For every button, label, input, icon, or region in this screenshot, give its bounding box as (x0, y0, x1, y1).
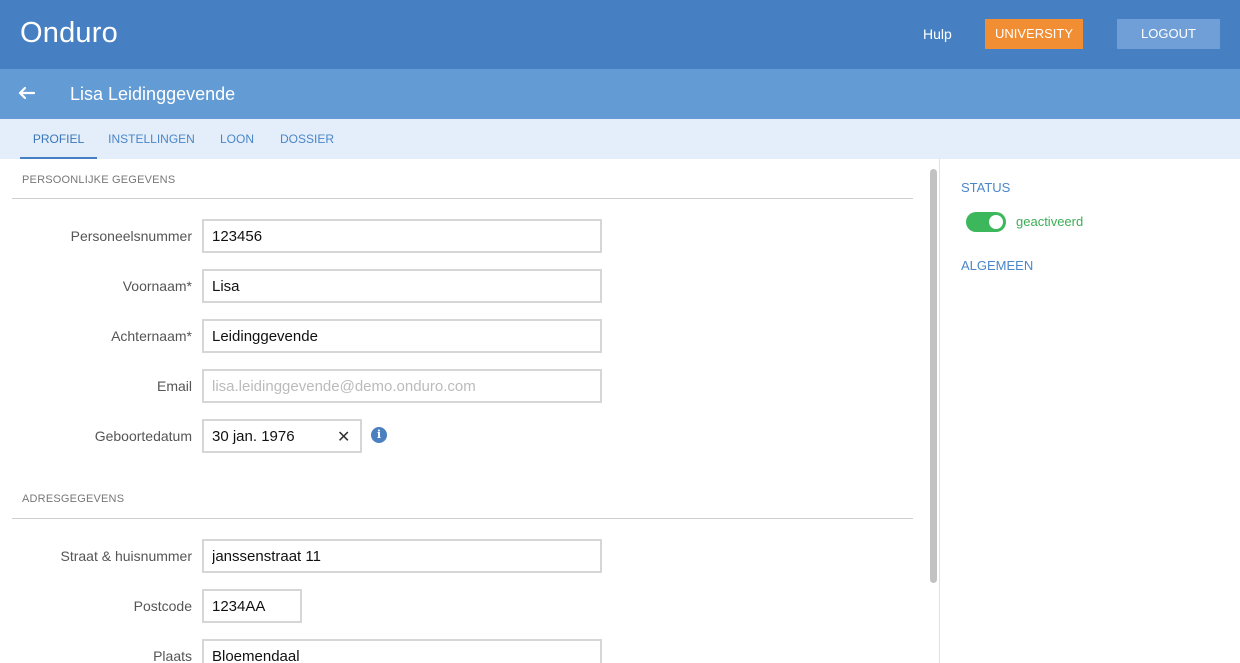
status-text: geactiveerd (1016, 214, 1084, 229)
email-label: Email (156, 378, 192, 394)
university-button[interactable]: UNIVERSITY (985, 19, 1083, 49)
tab-loon[interactable]: LOON (214, 119, 260, 159)
plaats-input[interactable] (202, 639, 602, 663)
scrollbar-thumb[interactable] (930, 169, 937, 583)
section-title-personal: PERSOONLIJKE GEGEVENS (22, 174, 176, 186)
status-panel: STATUS geactiveerd ALGEMEEN (941, 159, 1240, 663)
algemeen-heading[interactable]: ALGEMEEN (961, 258, 1033, 273)
tab-dossier[interactable]: DOSSIER (276, 119, 338, 159)
profile-form: PERSOONLIJKE GEGEVENS Personeelsnummer V… (0, 159, 928, 663)
tab-instellingen[interactable]: INSTELLINGEN (104, 119, 199, 159)
postcode-input[interactable] (202, 589, 302, 623)
info-icon[interactable]: i (371, 427, 387, 443)
toggle-knob (989, 215, 1003, 229)
logout-button[interactable]: LOGOUT (1117, 19, 1220, 49)
top-bar: Onduro Hulp UNIVERSITY LOGOUT (0, 0, 1240, 69)
personeelsnummer-input[interactable] (202, 219, 602, 253)
app-title: Onduro (20, 17, 118, 49)
scrollbar[interactable] (928, 159, 940, 663)
status-toggle[interactable] (966, 212, 1006, 232)
achternaam-label: Achternaam* (111, 328, 192, 344)
page-title: Lisa Leidinggevende (70, 84, 236, 104)
achternaam-input[interactable] (202, 319, 602, 353)
employee-header: Lisa Leidinggevende (0, 69, 1240, 119)
straat-label: Straat & huisnummer (60, 548, 193, 564)
plaats-label: Plaats (153, 648, 192, 663)
divider (12, 198, 913, 199)
email-field (202, 369, 602, 403)
help-link[interactable]: Hulp (923, 26, 952, 42)
tab-profiel[interactable]: PROFIEL (20, 119, 97, 159)
postcode-label: Postcode (133, 598, 192, 614)
voornaam-label: Voornaam* (122, 278, 192, 294)
voornaam-input[interactable] (202, 269, 602, 303)
divider (12, 518, 913, 519)
straat-input[interactable] (202, 539, 602, 573)
arrow-left-icon[interactable] (16, 80, 36, 106)
section-title-address: ADRESGEGEVENS (22, 493, 125, 505)
personeelsnummer-label: Personeelsnummer (70, 228, 192, 244)
status-heading: STATUS (961, 180, 1011, 195)
tab-bar: PROFIEL INSTELLINGEN LOON DOSSIER (0, 119, 1240, 159)
geboortedatum-label: Geboortedatum (94, 428, 192, 444)
clear-date-icon[interactable]: ✕ (337, 427, 350, 447)
